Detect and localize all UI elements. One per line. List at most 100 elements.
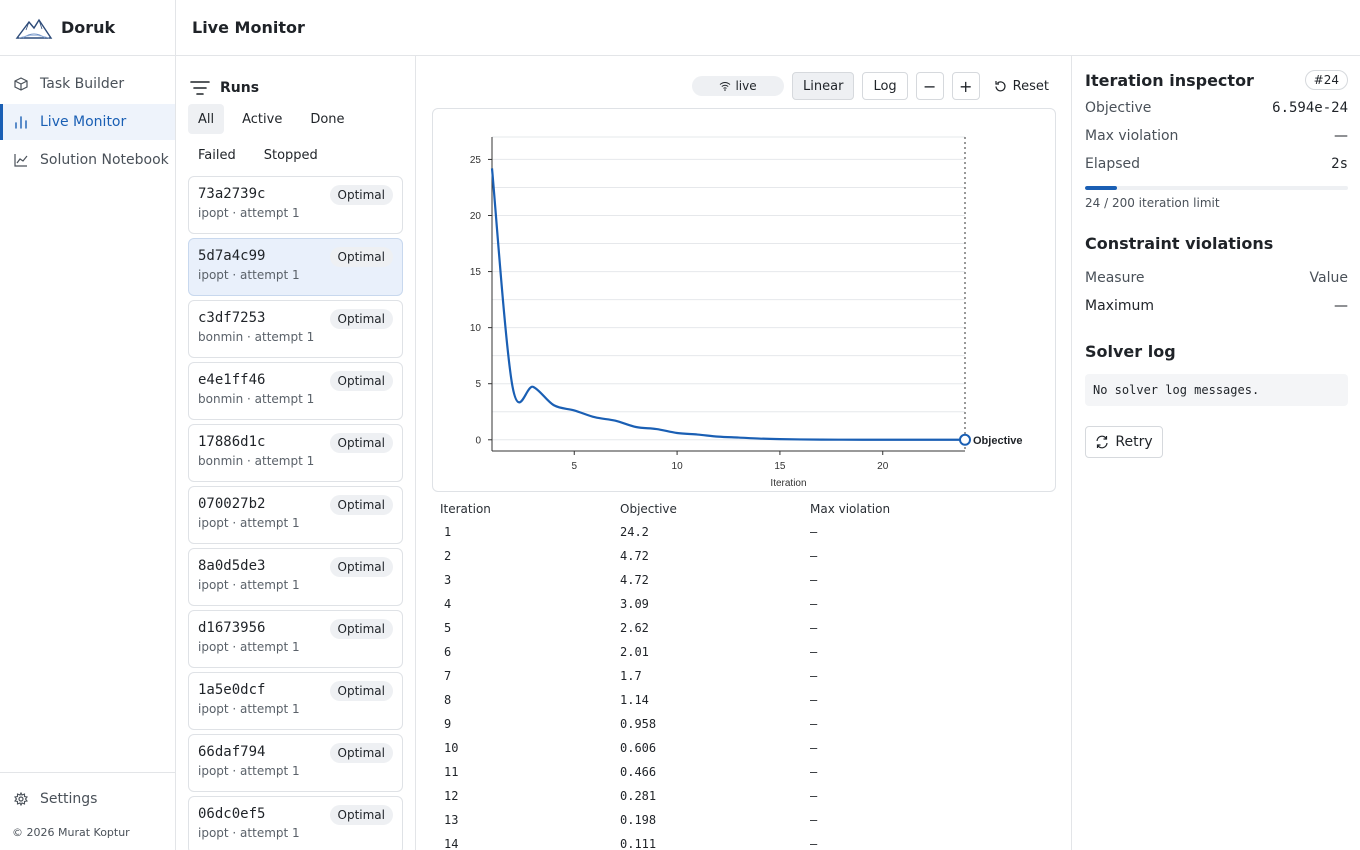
retry-button[interactable]: Retry	[1085, 426, 1163, 458]
table-row[interactable]: 7 1.7 —	[432, 664, 1056, 688]
table-row[interactable]: 2 4.72 —	[432, 544, 1056, 568]
cell-max-violation: —	[810, 765, 818, 779]
inspector-header: Iteration inspector #24	[1085, 70, 1348, 90]
cell-objective: 0.466	[620, 765, 657, 779]
cell-iteration: 12	[444, 789, 459, 803]
zoom-out-button[interactable]: −	[915, 72, 944, 100]
cell-max-violation: —	[810, 837, 818, 850]
cell-objective: 2.01	[620, 645, 649, 659]
filter-stopped[interactable]: Stopped	[254, 140, 328, 170]
log-scale-button[interactable]: Log	[862, 72, 908, 100]
status-badge: Optimal	[329, 805, 393, 825]
table-row[interactable]: 1 24.2 —	[432, 520, 1056, 544]
monitor-main: live Linear Log − + Reset 0 5 10 15 20 25 5 10 1…	[416, 56, 1072, 850]
iteration-progress-fill	[1085, 186, 1117, 190]
maximum-value: —	[1334, 298, 1348, 314]
table-row[interactable]: 3 4.72 —	[432, 568, 1056, 592]
sidebar-footer: Settings © 2026 Murat Koptur	[0, 772, 175, 839]
table-row[interactable]: 8 1.14 —	[432, 688, 1056, 712]
filter-active[interactable]: Active	[232, 104, 292, 134]
y-tick-label: 10	[470, 323, 482, 334]
sidebar-item-label: Solution Notebook	[40, 152, 169, 168]
settings-label: Settings	[40, 791, 98, 807]
run-card[interactable]: 8a0d5de3 ipopt · attempt 1 Optimal	[188, 548, 403, 606]
cell-max-violation: —	[810, 597, 818, 611]
cell-objective: 0.606	[620, 741, 657, 755]
objective-label: Objective	[1085, 100, 1152, 116]
y-tick-label: 25	[470, 155, 482, 166]
elapsed-value: 2s	[1331, 156, 1348, 172]
table-row[interactable]: 14 0.111 —	[432, 832, 1056, 850]
run-card[interactable]: 1a5e0dcf ipopt · attempt 1 Optimal	[188, 672, 403, 730]
y-tick-label: 0	[475, 435, 481, 446]
cell-iteration: 7	[444, 669, 452, 683]
max-violation-label: Max violation	[1085, 128, 1179, 144]
run-meta: bonmin · attempt 1	[198, 392, 315, 406]
cell-iteration: 9	[444, 717, 452, 731]
run-list: 73a2739c ipopt · attempt 1 Optimal 5d7a4c99…	[176, 176, 415, 850]
sidebar-item-settings[interactable]: Settings	[0, 773, 175, 825]
x-tick-label: 15	[774, 461, 786, 472]
run-card[interactable]: c3df7253 bonmin · attempt 1 Optimal	[188, 300, 403, 358]
run-card[interactable]: 73a2739c ipopt · attempt 1 Optimal	[188, 176, 403, 234]
objective-row: Objective 6.594e-24	[1085, 94, 1348, 122]
cell-objective: 4.72	[620, 549, 649, 563]
table-row[interactable]: 13 0.198 —	[432, 808, 1056, 832]
run-card[interactable]: 66daf794 ipopt · attempt 1 Optimal	[188, 734, 403, 792]
run-card[interactable]: 5d7a4c99 ipopt · attempt 1 Optimal	[188, 238, 403, 296]
copyright: © 2026 Murat Koptur	[12, 826, 130, 839]
filter-all[interactable]: All	[188, 104, 225, 134]
filter-done[interactable]: Done	[300, 104, 354, 134]
run-meta: ipopt · attempt 1	[198, 578, 300, 592]
cell-iteration: 11	[444, 765, 459, 779]
iteration-progress-label: 24 / 200 iteration limit	[1085, 196, 1220, 210]
run-meta: ipopt · attempt 1	[198, 268, 300, 282]
runs-title: Runs	[220, 80, 260, 96]
table-row[interactable]: 12 0.281 —	[432, 784, 1056, 808]
run-card[interactable]: 06dc0ef5 ipopt · attempt 1 Optimal	[188, 796, 403, 850]
sidebar-item-live-monitor[interactable]: Live Monitor	[0, 104, 175, 140]
cell-objective: 3.09	[620, 597, 649, 611]
iteration-progress-bar	[1085, 186, 1348, 190]
constraints-table: Measure Value Maximum —	[1085, 264, 1348, 320]
cell-objective: 0.111	[620, 837, 657, 850]
filter-icon[interactable]	[190, 80, 210, 96]
line-chart-icon	[14, 154, 28, 167]
cell-max-violation: —	[810, 621, 818, 635]
linear-scale-button[interactable]: Linear	[792, 72, 855, 100]
table-row[interactable]: 4 3.09 —	[432, 592, 1056, 616]
objective-chart[interactable]: 0 5 10 15 20 25 5 10 15 20 Iteration Objective	[432, 108, 1056, 492]
run-meta: bonmin · attempt 1	[198, 454, 315, 468]
reset-icon	[995, 80, 1006, 91]
y-tick-label: 20	[470, 211, 482, 222]
table-row[interactable]: 5 2.62 —	[432, 616, 1056, 640]
cell-objective: 2.62	[620, 621, 649, 635]
cell-objective: 24.2	[620, 525, 649, 539]
solver-log-box: No solver log messages.	[1085, 374, 1348, 406]
sidebar-item-task-builder[interactable]: Task Builder	[0, 66, 175, 102]
cell-iteration: 2	[444, 549, 452, 563]
run-card[interactable]: e4e1ff46 bonmin · attempt 1 Optimal	[188, 362, 403, 420]
status-badge: Optimal	[329, 557, 393, 577]
table-row[interactable]: 10 0.606 —	[432, 736, 1056, 760]
filter-failed[interactable]: Failed	[188, 140, 246, 170]
x-axis-label: Iteration	[770, 478, 806, 489]
sidebar-item-solution-notebook[interactable]: Solution Notebook	[0, 142, 175, 178]
run-card[interactable]: 070027b2 ipopt · attempt 1 Optimal	[188, 486, 403, 544]
cell-max-violation: —	[810, 669, 818, 683]
table-row[interactable]: 9 0.958 —	[432, 712, 1056, 736]
cell-iteration: 14	[444, 837, 459, 850]
reset-button[interactable]: Reset	[988, 72, 1055, 100]
zoom-in-button[interactable]: +	[951, 72, 980, 100]
run-meta: ipopt · attempt 1	[198, 516, 300, 530]
gear-icon	[14, 792, 28, 806]
run-card[interactable]: 17886d1c bonmin · attempt 1 Optimal	[188, 424, 403, 482]
run-card[interactable]: d1673956 ipopt · attempt 1 Optimal	[188, 610, 403, 668]
table-row[interactable]: 6 2.01 —	[432, 640, 1056, 664]
brand-name: Doruk	[61, 18, 116, 37]
table-row[interactable]: 11 0.466 —	[432, 760, 1056, 784]
cell-max-violation: —	[810, 789, 818, 803]
cell-objective: 4.72	[620, 573, 649, 587]
table-header: Iteration Objective Max violation	[432, 502, 1056, 520]
brand[interactable]: Doruk	[0, 0, 175, 56]
